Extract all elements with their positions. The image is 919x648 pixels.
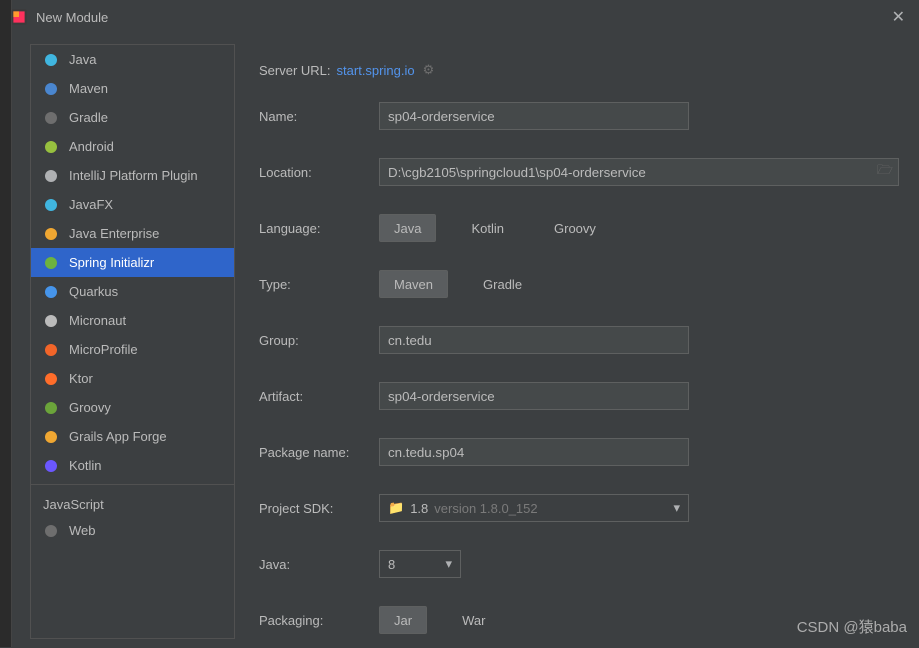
sidebar-item-label: Web — [69, 523, 96, 538]
server-url-label: Server URL: — [259, 63, 331, 78]
sidebar-item-kotlin[interactable]: Kotlin — [31, 451, 234, 480]
sidebar-item-groovy[interactable]: Groovy — [31, 393, 234, 422]
quarkus-icon — [43, 284, 59, 300]
type-option-maven[interactable]: Maven — [379, 270, 448, 298]
location-label: Location: — [259, 165, 379, 180]
edge-strip — [0, 0, 12, 647]
spring-form: Server URL: start.spring.io ⚙ Name: Loca… — [235, 44, 919, 647]
sidebar-item-label: Java Enterprise — [69, 226, 159, 241]
type-label: Type: — [259, 277, 379, 292]
sidebar-item-javafx[interactable]: JavaFX — [31, 190, 234, 219]
window-title: New Module — [36, 10, 888, 25]
close-icon[interactable]: ✕ — [888, 3, 909, 31]
group-label: Group: — [259, 333, 379, 348]
package-label: Package name: — [259, 445, 379, 460]
sidebar-item-grails-app-forge[interactable]: Grails App Forge — [31, 422, 234, 451]
grails-icon — [43, 429, 59, 445]
android-icon — [43, 139, 59, 155]
sidebar-group-js: JavaScript — [31, 489, 234, 516]
sdk-select[interactable]: 📁 1.8 version 1.8.0_152 ▾ — [379, 494, 689, 522]
sidebar-item-label: MicroProfile — [69, 342, 138, 357]
sidebar-item-label: Gradle — [69, 110, 108, 125]
sidebar-item-microprofile[interactable]: MicroProfile — [31, 335, 234, 364]
sidebar-item-gradle[interactable]: Gradle — [31, 103, 234, 132]
javafx-icon — [43, 197, 59, 213]
artifact-input[interactable] — [379, 382, 689, 410]
m-icon — [43, 81, 59, 97]
language-group: Java Kotlin Groovy — [379, 214, 631, 242]
sidebar-item-label: Grails App Forge — [69, 429, 167, 444]
web-icon — [43, 523, 59, 539]
gear-icon[interactable]: ⚙ — [423, 62, 435, 78]
packaging-option-jar[interactable]: Jar — [379, 606, 427, 634]
plugin-icon — [43, 168, 59, 184]
sidebar-item-label: Java — [69, 52, 96, 67]
java-label: Java: — [259, 557, 379, 572]
packaging-label: Packaging: — [259, 613, 379, 628]
sdk-version: version 1.8.0_152 — [434, 501, 537, 516]
artifact-label: Artifact: — [259, 389, 379, 404]
language-option-groovy[interactable]: Groovy — [539, 214, 611, 242]
packaging-option-war[interactable]: War — [447, 606, 500, 634]
titlebar: New Module ✕ — [0, 0, 919, 34]
name-label: Name: — [259, 109, 379, 124]
group-input[interactable] — [379, 326, 689, 354]
sidebar-item-label: JavaFX — [69, 197, 113, 212]
language-option-kotlin[interactable]: Kotlin — [456, 214, 519, 242]
folder-sdk-icon: 📁 — [388, 500, 404, 516]
microprofile-icon — [43, 342, 59, 358]
java-select[interactable]: 8 ▾ — [379, 550, 461, 578]
sidebar-item-label: Micronaut — [69, 313, 126, 328]
sidebar-item-java[interactable]: Java — [31, 45, 234, 74]
chevron-down-icon: ▾ — [445, 556, 452, 572]
sidebar-item-label: Android — [69, 139, 114, 154]
server-url-link[interactable]: start.spring.io — [337, 63, 415, 78]
java-icon — [43, 52, 59, 68]
sidebar-item-label: Maven — [69, 81, 108, 96]
sidebar-item-java-enterprise[interactable]: Java Enterprise — [31, 219, 234, 248]
java-value: 8 — [388, 557, 395, 572]
sidebar-item-ktor[interactable]: Ktor — [31, 364, 234, 393]
language-option-java[interactable]: Java — [379, 214, 436, 242]
chevron-down-icon: ▾ — [673, 500, 680, 516]
name-input[interactable] — [379, 102, 689, 130]
micronaut-icon — [43, 313, 59, 329]
kotlin-icon — [43, 458, 59, 474]
spring-icon — [43, 255, 59, 271]
sidebar-item-intellij-platform-plugin[interactable]: IntelliJ Platform Plugin — [31, 161, 234, 190]
packaging-group: Jar War — [379, 606, 520, 634]
sidebar-item-maven[interactable]: Maven — [31, 74, 234, 103]
sidebar-item-label: IntelliJ Platform Plugin — [69, 168, 198, 183]
jee-icon — [43, 226, 59, 242]
ktor-icon — [43, 371, 59, 387]
sidebar-item-label: Spring Initializr — [69, 255, 154, 270]
type-group: Maven Gradle — [379, 270, 557, 298]
sidebar-item-label: Quarkus — [69, 284, 118, 299]
sidebar-item-micronaut[interactable]: Micronaut — [31, 306, 234, 335]
language-label: Language: — [259, 221, 379, 236]
sidebar-item-label: Ktor — [69, 371, 93, 386]
location-input[interactable] — [379, 158, 899, 186]
package-input[interactable] — [379, 438, 689, 466]
type-option-gradle[interactable]: Gradle — [468, 270, 537, 298]
sidebar-item-android[interactable]: Android — [31, 132, 234, 161]
sidebar-item-web[interactable]: Web — [31, 516, 234, 545]
sidebar-item-label: Groovy — [69, 400, 111, 415]
app-icon — [10, 8, 28, 26]
sidebar-item-spring-initializr[interactable]: Spring Initializr — [31, 248, 234, 277]
sidebar-item-label: Kotlin — [69, 458, 102, 473]
folder-icon[interactable]: 🗁 — [877, 161, 893, 183]
sdk-label: Project SDK: — [259, 501, 379, 516]
sidebar-item-quarkus[interactable]: Quarkus — [31, 277, 234, 306]
groovy-icon — [43, 400, 59, 416]
generator-sidebar: Java Maven Gradle Android IntelliJ Platform … — [30, 44, 235, 639]
sdk-value: 1.8 — [410, 501, 428, 516]
gradle-icon — [43, 110, 59, 126]
